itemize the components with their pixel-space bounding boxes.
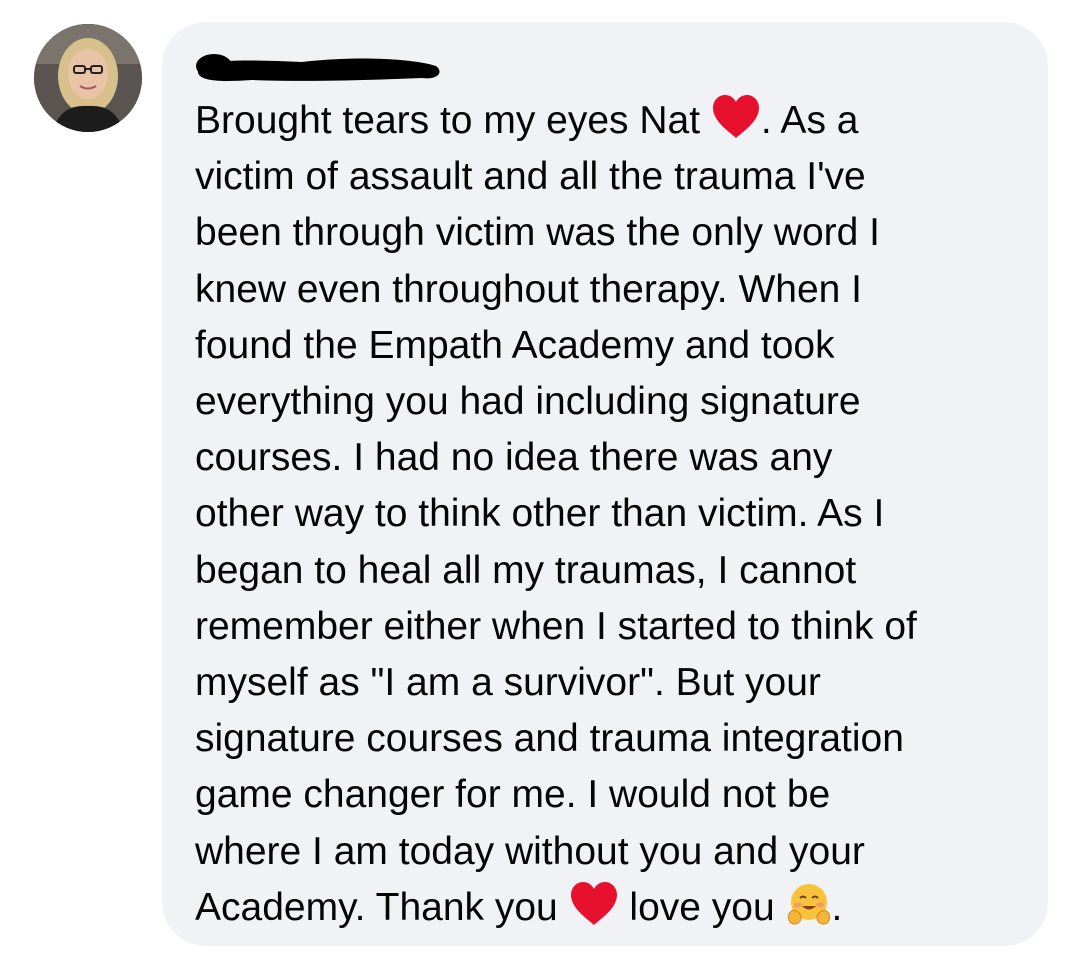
heart-icon: [712, 95, 759, 138]
comment-line: everything you had including signature: [195, 374, 1035, 430]
avatar[interactable]: [34, 24, 142, 132]
comment-text-segment: found the Empath Academy and took: [195, 323, 835, 367]
comment-text-segment: everything you had including signature: [195, 380, 861, 424]
comment-text-segment: . As a: [760, 99, 859, 142]
comment-text-segment: been through victim was the only word I: [195, 211, 881, 255]
comment: Brought tears to my eyes Nat . As a victi…: [0, 0, 1080, 954]
comment-line: found the Empath Academy and took: [195, 318, 1035, 374]
comment-text-segment: began to heal all my traumas, I cannot: [195, 548, 857, 592]
comment-text-segment: Brought tears to my eyes Nat: [195, 99, 711, 142]
comment-text-segment: game changer for me. I would not be: [195, 773, 831, 817]
comment-line: knew even throughout therapy. When I: [195, 262, 1035, 318]
comment-line: began to heal all my traumas, I cannot: [195, 543, 1035, 599]
comment-line: Academy. Thank you love you .: [195, 880, 1035, 936]
comment-line: been through victim was the only word I: [195, 205, 1035, 261]
comment-line: where I am today without you and your: [195, 824, 1035, 880]
comment-text-segment: victim of assault and all the trauma I'v…: [195, 155, 866, 199]
comment-text-segment: .: [831, 885, 843, 929]
comment-line: myself as "I am a survivor". But your: [195, 655, 1035, 711]
comment-line: remember either when I started to think …: [195, 599, 1035, 655]
comment-line: courses. I had no idea there was any: [195, 430, 1035, 486]
comment-text-segment: courses. I had no idea there was any: [195, 436, 833, 480]
comment-line: victim of assault and all the trauma I'v…: [195, 149, 1035, 205]
comment-text-segment: Academy. Thank you: [195, 885, 569, 929]
comment-text-segment: other way to think other than victim. As…: [195, 492, 885, 536]
comment-text-segment: knew even throughout therapy. When I: [195, 267, 863, 311]
comment-line: Brought tears to my eyes Nat . As a: [195, 93, 1035, 149]
comment-text-segment: remember either when I started to think …: [195, 604, 917, 648]
comment-text-segment: myself as "I am a survivor". But your: [195, 661, 821, 705]
author-name-redacted: [196, 54, 440, 81]
comment-text-segment: where I am today without you and your: [195, 829, 865, 873]
hugging-face-icon: [787, 883, 830, 925]
comment-text-segment: signature courses and trauma integration: [195, 717, 904, 761]
heart-icon: [570, 881, 617, 925]
comment-text: Brought tears to my eyes Nat . As a victi…: [195, 93, 1035, 936]
comment-line: other way to think other than victim. As…: [195, 486, 1035, 542]
comment-bubble: Brought tears to my eyes Nat . As a victi…: [162, 22, 1048, 946]
comment-line: game changer for me. I would not be: [195, 767, 1035, 823]
comment-text-segment: love you: [618, 885, 786, 929]
comment-line: signature courses and trauma integration: [195, 711, 1035, 767]
